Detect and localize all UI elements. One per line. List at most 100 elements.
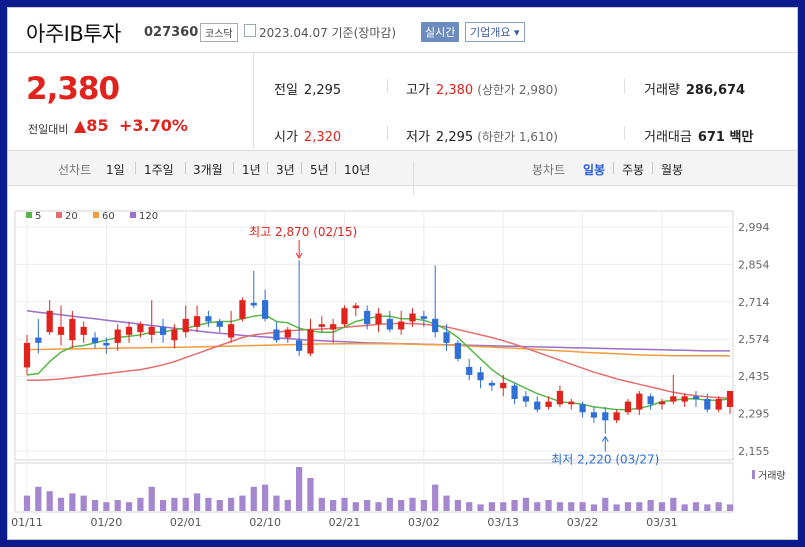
volume-bar (500, 502, 507, 511)
candle-body (307, 329, 314, 354)
candle-body (171, 329, 178, 341)
volume-bar (318, 497, 325, 511)
volume-bar (364, 500, 371, 511)
volume-bar (341, 497, 348, 511)
legend-swatch (26, 212, 32, 218)
candle-body (284, 329, 291, 338)
candle-body (568, 401, 575, 405)
x-tick-label: 02/10 (249, 516, 281, 529)
x-tick-label: 03/02 (408, 516, 440, 529)
legend-swatch (130, 212, 136, 218)
volume-bar (284, 500, 291, 511)
volume-bar (193, 493, 201, 511)
volume-bar (80, 495, 87, 511)
volume-bar (636, 502, 643, 511)
volume-bar (556, 502, 564, 511)
volume-bar (613, 504, 620, 511)
candle-body (420, 316, 427, 319)
candle-body (658, 401, 666, 405)
volume-bar (296, 467, 303, 511)
volume-bar (307, 478, 314, 511)
candle-body (114, 329, 121, 343)
volume-bar (477, 504, 484, 511)
volume-bar (250, 486, 257, 511)
volume-bar (398, 500, 405, 511)
volume-bar (726, 504, 734, 511)
stock-chart: 2,994 2,854 2,714 2,574 2,435 2,295 2,155 01/11… (11, 210, 786, 529)
volume-bar (715, 502, 722, 511)
legend-label: 120 (139, 211, 158, 222)
volume-bar (69, 493, 76, 511)
candle-body (522, 396, 530, 402)
candle-body (681, 396, 688, 402)
candle-body (80, 326, 87, 335)
legend-label: 5 (35, 211, 41, 222)
candle-body (432, 318, 439, 333)
candle-body (69, 318, 76, 341)
candle-body (205, 316, 212, 322)
volume-bar (681, 504, 688, 511)
x-tick-label: 03/13 (487, 516, 519, 529)
low-annotation: 최저 2,220 (03/27) (551, 453, 659, 467)
volume-bar (704, 504, 711, 511)
legend-swatch (93, 212, 99, 218)
y-tick-label: 2,574 (738, 333, 770, 346)
y-tick-label: 2,295 (738, 408, 770, 421)
volume-legend-swatch (752, 470, 755, 479)
candle-body (636, 393, 643, 410)
volume-bar (443, 495, 450, 511)
y-tick-label: 2,435 (738, 370, 770, 383)
candle-body (318, 324, 325, 327)
volume-bar (420, 500, 427, 511)
volume-bar (590, 504, 598, 511)
x-tick-label: 02/01 (170, 516, 202, 529)
candle-body (103, 342, 110, 346)
ma20-line (27, 322, 731, 400)
candle-body (261, 300, 269, 319)
candle-body (466, 366, 473, 375)
candle-body (227, 324, 235, 338)
volume-bar (46, 491, 53, 511)
volume-bar (511, 500, 518, 511)
candle-body (125, 326, 133, 335)
legend-label: 20 (65, 211, 78, 222)
candle-body (182, 318, 189, 333)
x-tick-label: 01/11 (11, 516, 43, 529)
candle-body (500, 382, 507, 389)
legend-label: 60 (102, 211, 115, 222)
candle-body (193, 316, 201, 327)
candle-body (443, 332, 450, 343)
volume-bar (409, 497, 416, 511)
candle-body (670, 396, 677, 402)
volume-bar (137, 497, 144, 511)
candle-body (398, 321, 405, 330)
candle-body (296, 340, 303, 351)
y-tick-label: 2,155 (738, 445, 770, 458)
candle-body (704, 398, 711, 410)
volume-bar (692, 502, 700, 511)
candle-body (273, 329, 280, 341)
x-tick-label: 03/31 (646, 516, 678, 529)
candle-body (590, 412, 598, 418)
volume-bar (261, 484, 269, 511)
candle-body (364, 310, 371, 325)
candle-body (602, 412, 609, 421)
x-tick-label: 02/21 (329, 516, 361, 529)
volume-bar (432, 484, 439, 511)
volume-bar (148, 486, 155, 511)
volume-bar (23, 495, 31, 511)
volume-bar (273, 495, 280, 511)
y-tick-label: 2,994 (738, 221, 770, 234)
candle-body (613, 412, 620, 421)
volume-bar (182, 497, 189, 511)
candle-body (239, 300, 246, 319)
candle-body (545, 401, 552, 407)
volume-bar (205, 497, 212, 511)
candle-body (159, 326, 167, 335)
volume-bar (602, 497, 609, 511)
candle-body (352, 305, 359, 309)
volume-bar (330, 500, 337, 511)
volume-bar (624, 502, 632, 511)
volume-bar (579, 502, 586, 511)
candle-body (477, 372, 484, 381)
